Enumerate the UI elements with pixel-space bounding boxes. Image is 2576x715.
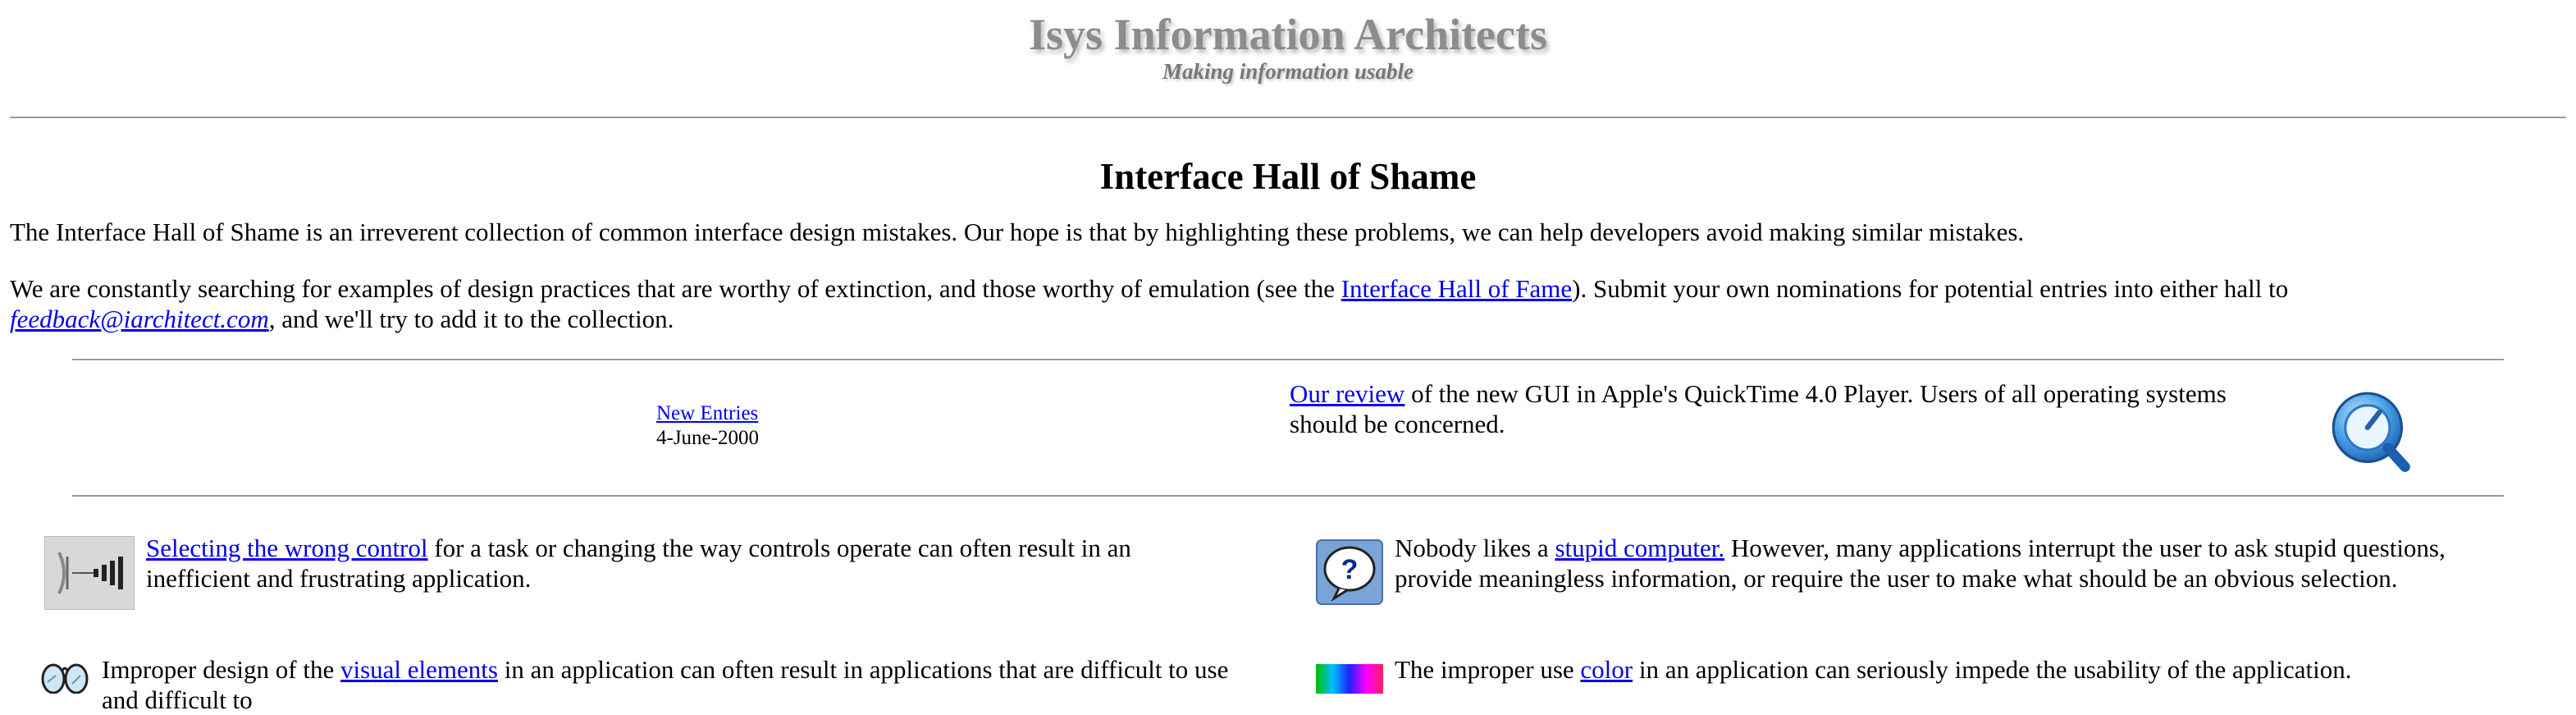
- quicktime-icon[interactable]: [2328, 388, 2414, 474]
- our-review-link[interactable]: Our review: [1290, 379, 1404, 408]
- wrong-control-link[interactable]: Selecting the wrong control: [146, 534, 428, 562]
- stupid-text-a: Nobody likes a: [1395, 534, 1555, 562]
- color-link[interactable]: color: [1580, 655, 1633, 684]
- controls-icon[interactable]: [44, 536, 135, 610]
- submission-text-c: , and we'll try to add it to the collect…: [268, 305, 674, 333]
- submission-text-a: We are constantly searching for examples…: [10, 274, 1341, 303]
- color-text-b: in an application can seriously impede t…: [1633, 655, 2352, 684]
- new-entries-block: New Entries 4-June-2000: [656, 401, 759, 451]
- categories-grid: Selecting the wrong control for a task o…: [0, 497, 2576, 714]
- stupid-computer-entry: Nobody likes a stupid computer. However,…: [1395, 533, 2494, 594]
- news-section: New Entries 4-June-2000 Our review of th…: [0, 360, 2576, 495]
- visual-text-a: Improper design of the: [102, 655, 340, 684]
- visual-elements-link[interactable]: visual elements: [340, 655, 498, 684]
- controls-entry: Selecting the wrong control for a task o…: [146, 533, 1204, 594]
- submission-text-b: ). Submit your own nominations for poten…: [1572, 274, 2289, 303]
- visual-elements-entry: Improper design of the visual elements i…: [102, 654, 1234, 715]
- question-icon[interactable]: ?: [1316, 539, 1383, 605]
- intro-paragraph: The Interface Hall of Shame is an irreve…: [10, 218, 2025, 246]
- svg-text:?: ?: [1341, 554, 1359, 585]
- color-spectrum-icon[interactable]: [1316, 664, 1383, 694]
- site-tagline: Making information usable: [1162, 59, 1414, 84]
- review-description: of the new GUI in Apple's QuickTime 4.0 …: [1290, 379, 2227, 438]
- site-logo-title: Isys Information Architects: [1029, 10, 1547, 59]
- site-header: Isys Information Architects Making infor…: [0, 0, 2576, 99]
- color-text-a: The improper use: [1395, 655, 1581, 684]
- header-divider: [10, 117, 2566, 118]
- color-entry: The improper use color in an application…: [1395, 654, 2494, 685]
- quicktime-review-text: Our review of the new GUI in Apple's Qui…: [1290, 378, 2258, 439]
- submission-paragraph: We are constantly searching for examples…: [10, 273, 2566, 334]
- stupid-computer-link[interactable]: stupid computer.: [1555, 534, 1724, 562]
- page-title: Interface Hall of Shame: [1099, 156, 1477, 197]
- hall-of-fame-link[interactable]: Interface Hall of Fame: [1341, 274, 1572, 303]
- feedback-email-link[interactable]: feedback@iarchitect.com: [10, 305, 269, 333]
- new-entries-link[interactable]: New Entries: [656, 402, 758, 424]
- new-entries-date: 4-June-2000: [656, 427, 759, 449]
- glasses-icon[interactable]: [39, 658, 90, 694]
